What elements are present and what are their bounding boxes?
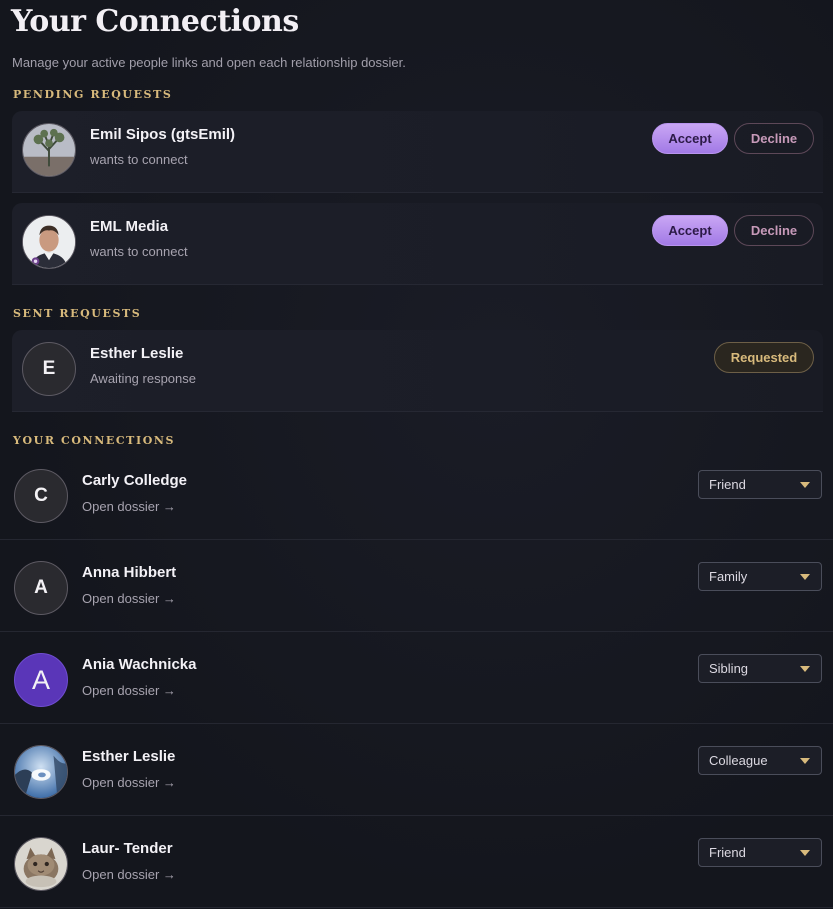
requested-button[interactable]: Requested [714,342,814,373]
connection-name[interactable]: Ania Wachnicka [82,656,196,673]
request-status: Awaiting response [90,371,196,386]
page-subtitle: Manage your active people links and open… [12,55,406,70]
connection-name[interactable]: Esther Leslie [82,748,175,765]
connection-name[interactable]: Carly Colledge [82,472,187,489]
avatar-initial[interactable]: A [14,561,68,615]
open-dossier-link[interactable]: Open dossier → [82,591,176,606]
requester-name: Emil Sipos (gtsEmil) [90,126,236,143]
chevron-down-icon [800,850,810,856]
relationship-value: Friend [709,845,746,860]
avatar-photo[interactable] [22,215,76,269]
avatar-initial[interactable]: C [14,469,68,523]
connection-name[interactable]: Laur- Tender [82,840,173,857]
page-title: Your Connections [11,4,299,39]
decline-button[interactable]: Decline [734,215,814,246]
open-dossier-link[interactable]: Open dossier → [82,775,176,790]
relationship-value: Friend [709,477,746,492]
connection-name[interactable]: Anna Hibbert [82,564,176,581]
recipient-name: Esther Leslie [90,345,184,362]
avatar-photo[interactable] [14,745,68,799]
your-connections-heading: YOUR CONNECTIONS [13,434,176,447]
open-dossier-link[interactable]: Open dossier → [82,499,176,514]
pending-request-card: EML Media wants to connect Accept Declin… [12,203,823,285]
request-status: wants to connect [90,152,188,167]
open-dossier-link[interactable]: Open dossier → [82,683,176,698]
accept-button[interactable]: Accept [652,123,728,154]
connection-row: Esther Leslie Open dossier → Colleague [0,723,833,816]
relationship-select[interactable]: Sibling [698,654,822,683]
pending-requests-heading: PENDING REQUESTS [13,88,173,101]
chevron-down-icon [800,758,810,764]
connection-row: Laur- Tender Open dossier → Friend [0,815,833,908]
avatar-initial[interactable]: A [14,653,68,707]
request-status: wants to connect [90,244,188,259]
connections-page: Your Connections Manage your active peop… [0,0,833,909]
relationship-value: Family [709,569,748,584]
connection-row: C Carly Colledge Open dossier → Friend [0,447,833,540]
avatar-photo[interactable] [22,123,76,177]
chevron-down-icon [800,482,810,488]
decline-button[interactable]: Decline [734,123,814,154]
chevron-down-icon [800,666,810,672]
avatar-initial[interactable]: E [22,342,76,396]
requester-name: EML Media [90,218,169,235]
open-dossier-link[interactable]: Open dossier → [82,867,176,882]
sent-requests-heading: SENT REQUESTS [13,307,142,320]
avatar-photo[interactable] [14,837,68,891]
accept-button[interactable]: Accept [652,215,728,246]
relationship-select[interactable]: Family [698,562,822,591]
connection-row: A Ania Wachnicka Open dossier → Sibling [0,631,833,724]
relationship-select[interactable]: Colleague [698,746,822,775]
connection-row: A Anna Hibbert Open dossier → Family [0,539,833,632]
relationship-value: Sibling [709,661,749,676]
sent-request-card: E Esther Leslie Awaiting response Reques… [12,330,823,412]
relationship-value: Colleague [709,753,768,768]
pending-request-card: Emil Sipos (gtsEmil) wants to connect Ac… [12,111,823,193]
relationship-select[interactable]: Friend [698,838,822,867]
chevron-down-icon [800,574,810,580]
relationship-select[interactable]: Friend [698,470,822,499]
